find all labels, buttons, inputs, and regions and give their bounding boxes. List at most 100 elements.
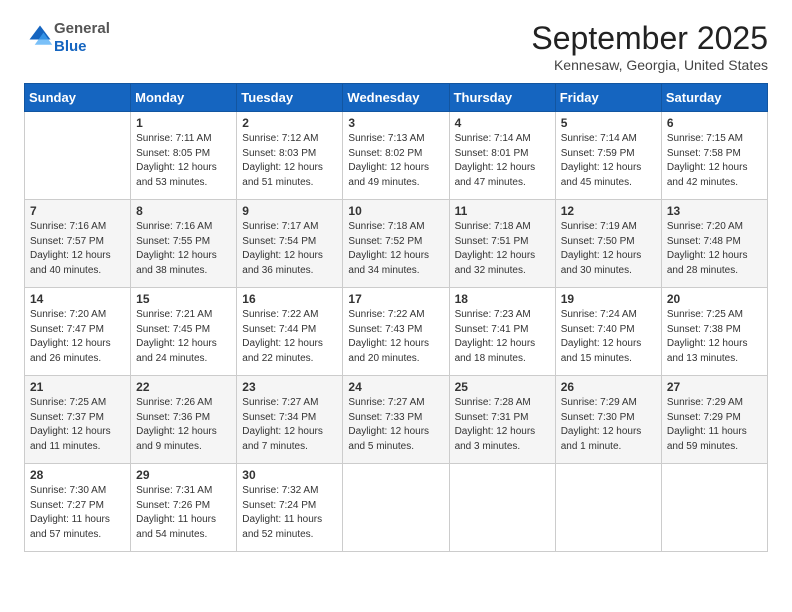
day-number: 4: [455, 116, 550, 130]
calendar-cell: [25, 112, 131, 200]
calendar-cell: 24 Sunrise: 7:27 AMSunset: 7:33 PMDayligh…: [343, 376, 449, 464]
day-number: 16: [242, 292, 337, 306]
day-number: 7: [30, 204, 125, 218]
calendar-cell: 21 Sunrise: 7:25 AMSunset: 7:37 PMDayligh…: [25, 376, 131, 464]
day-number: 28: [30, 468, 125, 482]
day-number: 24: [348, 380, 443, 394]
day-header-tuesday: Tuesday: [237, 84, 343, 112]
day-number: 29: [136, 468, 231, 482]
day-number: 12: [561, 204, 656, 218]
calendar-cell: 3 Sunrise: 7:13 AMSunset: 8:02 PMDaylight…: [343, 112, 449, 200]
day-number: 8: [136, 204, 231, 218]
day-info: Sunrise: 7:26 AMSunset: 7:36 PMDaylight:…: [136, 396, 231, 454]
day-info: Sunrise: 7:16 AMSunset: 7:55 PMDaylight:…: [136, 220, 231, 278]
calendar-cell: 29 Sunrise: 7:31 AMSunset: 7:26 PMDayligh…: [131, 464, 237, 552]
day-number: 20: [667, 292, 762, 306]
day-info: Sunrise: 7:13 AMSunset: 8:02 PMDaylight:…: [348, 132, 443, 190]
day-info: Sunrise: 7:14 AMSunset: 7:59 PMDaylight:…: [561, 132, 656, 190]
day-header-friday: Friday: [555, 84, 661, 112]
day-info: Sunrise: 7:20 AMSunset: 7:48 PMDaylight:…: [667, 220, 762, 278]
day-number: 10: [348, 204, 443, 218]
calendar-cell: 23Sunrise: 7:27 AMSunset: 7:34 PMDayligh…: [237, 376, 343, 464]
day-info: Sunrise: 7:11 AMSunset: 8:05 PMDaylight:…: [136, 132, 231, 190]
calendar-week-1: 1 Sunrise: 7:11 AMSunset: 8:05 PMDaylight…: [25, 112, 768, 200]
day-number: 1: [136, 116, 231, 130]
day-info: Sunrise: 7:30 AMSunset: 7:27 PMDaylight:…: [30, 484, 125, 542]
calendar-cell: [449, 464, 555, 552]
calendar-cell: 13 Sunrise: 7:20 AMSunset: 7:48 PMDayligh…: [661, 200, 767, 288]
page-header: General Blue September 2025 Kennesaw, Ge…: [24, 20, 768, 73]
day-number: 18: [455, 292, 550, 306]
day-header-monday: Monday: [131, 84, 237, 112]
calendar-week-4: 21 Sunrise: 7:25 AMSunset: 7:37 PMDayligh…: [25, 376, 768, 464]
calendar-cell: 8 Sunrise: 7:16 AMSunset: 7:55 PMDaylight…: [131, 200, 237, 288]
day-info: Sunrise: 7:24 AMSunset: 7:40 PMDaylight:…: [561, 308, 656, 366]
day-number: 26: [561, 380, 656, 394]
calendar-cell: 26 Sunrise: 7:29 AMSunset: 7:30 PMDayligh…: [555, 376, 661, 464]
day-number: 17: [348, 292, 443, 306]
day-number: 2: [242, 116, 337, 130]
calendar-week-3: 14 Sunrise: 7:20 AMSunset: 7:47 PMDayligh…: [25, 288, 768, 376]
day-number: 13: [667, 204, 762, 218]
day-number: 30: [242, 468, 337, 482]
month-title: September 2025: [531, 20, 768, 57]
day-info: Sunrise: 7:17 AMSunset: 7:54 PMDaylight:…: [242, 220, 337, 278]
calendar-cell: 19 Sunrise: 7:24 AMSunset: 7:40 PMDayligh…: [555, 288, 661, 376]
calendar-cell: 17Sunrise: 7:22 AMSunset: 7:43 PMDayligh…: [343, 288, 449, 376]
calendar-cell: 6 Sunrise: 7:15 AMSunset: 7:58 PMDaylight…: [661, 112, 767, 200]
logo-blue-text: Blue: [54, 38, 87, 55]
day-info: Sunrise: 7:28 AMSunset: 7:31 PMDaylight:…: [455, 396, 550, 454]
day-number: 3: [348, 116, 443, 130]
calendar-cell: 30Sunrise: 7:32 AMSunset: 7:24 PMDayligh…: [237, 464, 343, 552]
day-info: Sunrise: 7:23 AMSunset: 7:41 PMDaylight:…: [455, 308, 550, 366]
calendar-cell: 25 Sunrise: 7:28 AMSunset: 7:31 PMDayligh…: [449, 376, 555, 464]
day-header-wednesday: Wednesday: [343, 84, 449, 112]
location: Kennesaw, Georgia, United States: [531, 57, 768, 73]
day-header-sunday: Sunday: [25, 84, 131, 112]
day-info: Sunrise: 7:25 AMSunset: 7:38 PMDaylight:…: [667, 308, 762, 366]
day-info: Sunrise: 7:12 AMSunset: 8:03 PMDaylight:…: [242, 132, 337, 190]
day-info: Sunrise: 7:29 AMSunset: 7:29 PMDaylight:…: [667, 396, 762, 454]
calendar-cell: 1 Sunrise: 7:11 AMSunset: 8:05 PMDaylight…: [131, 112, 237, 200]
day-info: Sunrise: 7:20 AMSunset: 7:47 PMDaylight:…: [30, 308, 125, 366]
day-number: 19: [561, 292, 656, 306]
day-number: 15: [136, 292, 231, 306]
day-info: Sunrise: 7:31 AMSunset: 7:26 PMDaylight:…: [136, 484, 231, 542]
calendar-cell: 16Sunrise: 7:22 AMSunset: 7:44 PMDayligh…: [237, 288, 343, 376]
day-info: Sunrise: 7:14 AMSunset: 8:01 PMDaylight:…: [455, 132, 550, 190]
calendar-cell: 9 Sunrise: 7:17 AMSunset: 7:54 PMDaylight…: [237, 200, 343, 288]
calendar-cell: 7Sunrise: 7:16 AMSunset: 7:57 PMDaylight…: [25, 200, 131, 288]
day-info: Sunrise: 7:19 AMSunset: 7:50 PMDaylight:…: [561, 220, 656, 278]
calendar-cell: 12 Sunrise: 7:19 AMSunset: 7:50 PMDayligh…: [555, 200, 661, 288]
calendar-cell: 4 Sunrise: 7:14 AMSunset: 8:01 PMDaylight…: [449, 112, 555, 200]
day-number: 11: [455, 204, 550, 218]
day-info: Sunrise: 7:25 AMSunset: 7:37 PMDaylight:…: [30, 396, 125, 454]
day-number: 27: [667, 380, 762, 394]
day-number: 23: [242, 380, 337, 394]
title-section: September 2025 Kennesaw, Georgia, United…: [531, 20, 768, 73]
day-info: Sunrise: 7:27 AMSunset: 7:33 PMDaylight:…: [348, 396, 443, 454]
calendar-cell: [661, 464, 767, 552]
day-info: Sunrise: 7:18 AMSunset: 7:51 PMDaylight:…: [455, 220, 550, 278]
day-number: 25: [455, 380, 550, 394]
day-number: 9: [242, 204, 337, 218]
day-info: Sunrise: 7:29 AMSunset: 7:30 PMDaylight:…: [561, 396, 656, 454]
calendar-cell: 27 Sunrise: 7:29 AMSunset: 7:29 PMDayligh…: [661, 376, 767, 464]
calendar-table: SundayMondayTuesdayWednesdayThursdayFrid…: [24, 83, 768, 552]
day-number: 14: [30, 292, 125, 306]
calendar-cell: 15Sunrise: 7:21 AMSunset: 7:45 PMDayligh…: [131, 288, 237, 376]
calendar-cell: 20 Sunrise: 7:25 AMSunset: 7:38 PMDayligh…: [661, 288, 767, 376]
day-number: 22: [136, 380, 231, 394]
logo-general-text: General: [54, 20, 110, 37]
calendar-week-2: 7Sunrise: 7:16 AMSunset: 7:57 PMDaylight…: [25, 200, 768, 288]
day-info: Sunrise: 7:15 AMSunset: 7:58 PMDaylight:…: [667, 132, 762, 190]
calendar-cell: 5Sunrise: 7:14 AMSunset: 7:59 PMDaylight…: [555, 112, 661, 200]
calendar-cell: [555, 464, 661, 552]
logo-icon: [26, 22, 54, 50]
day-number: 6: [667, 116, 762, 130]
calendar-header-row: SundayMondayTuesdayWednesdayThursdayFrid…: [25, 84, 768, 112]
day-number: 21: [30, 380, 125, 394]
calendar-cell: 10Sunrise: 7:18 AMSunset: 7:52 PMDayligh…: [343, 200, 449, 288]
calendar-cell: 11 Sunrise: 7:18 AMSunset: 7:51 PMDayligh…: [449, 200, 555, 288]
calendar-cell: [343, 464, 449, 552]
